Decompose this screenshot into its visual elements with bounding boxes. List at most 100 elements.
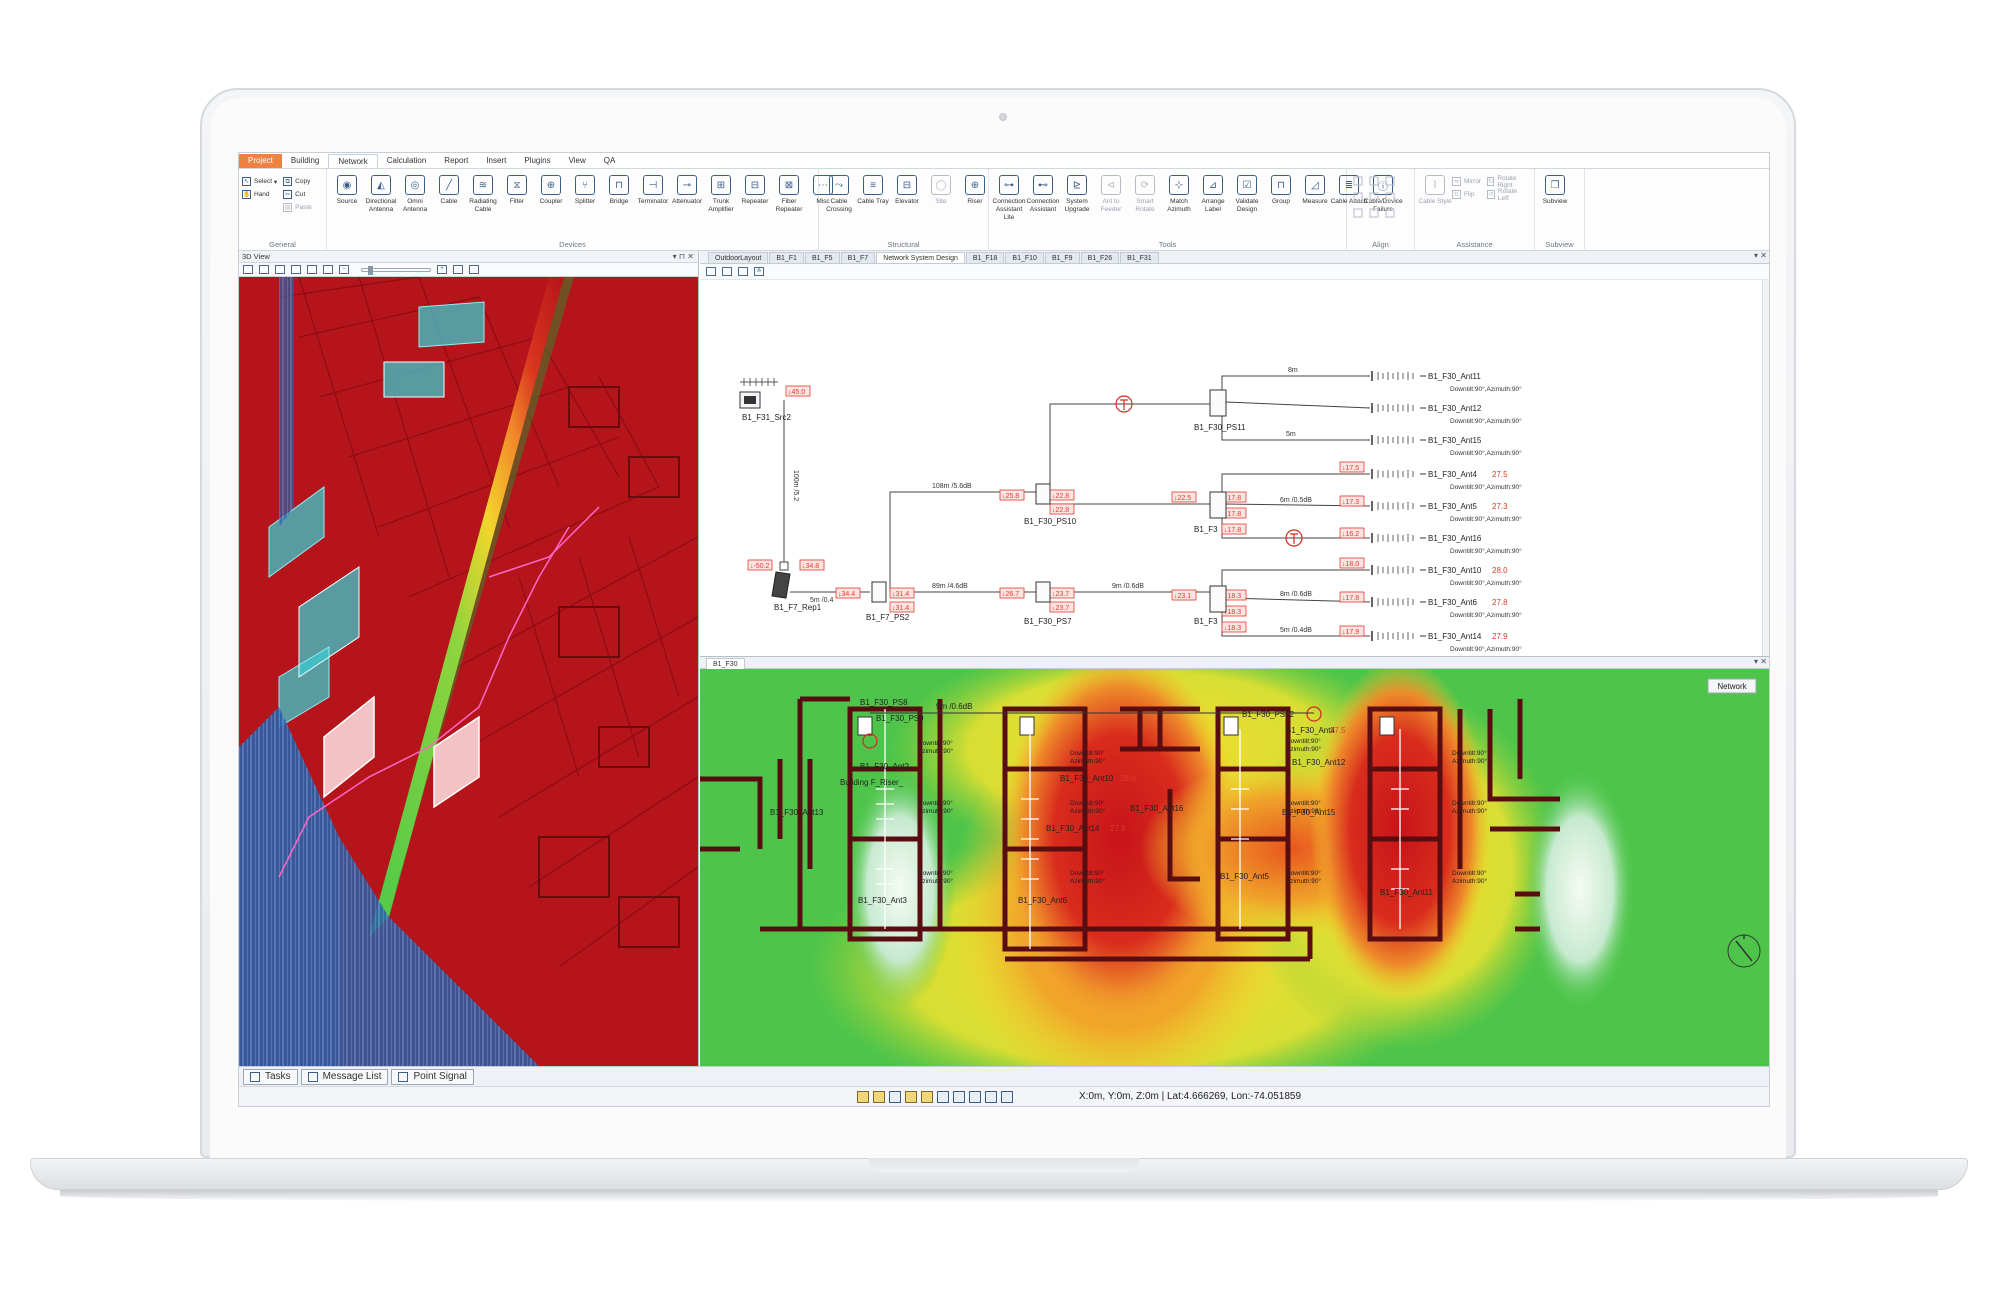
doc-tab-b1-f18[interactable]: B1_F18	[965, 252, 1005, 263]
zoom-out-icon[interactable]: −	[339, 265, 349, 274]
zoom-window-icon[interactable]	[1001, 1091, 1013, 1103]
cable-button[interactable]: ╱ Cable	[433, 173, 465, 214]
ant-to-feeder-button[interactable]: ⊲ Ant to Feeder	[1095, 173, 1127, 222]
doc-tab-b1-f9[interactable]: B1_F9	[1044, 252, 1080, 263]
repeater-device[interactable]	[771, 561, 791, 599]
ribbon-tab-plugins[interactable]: Plugins	[515, 154, 559, 168]
zoom-slider[interactable]	[361, 265, 431, 275]
doc-tab-b1-f7[interactable]: B1_F7	[840, 252, 876, 263]
network-system-design-canvas[interactable]: B1_F30_Ant11 Downtilt:90°,Azimuth:90° B1_F…	[700, 280, 1769, 656]
copy-button[interactable]: ⧉ Copy	[283, 175, 312, 188]
antenna-b1-f30-ant15[interactable]: B1_F30_Ant15 Downtilt:90°,Azimuth:90°	[1371, 435, 1522, 457]
lock-icon[interactable]	[921, 1091, 933, 1103]
match-azimuth-button[interactable]: ⊹ Match Azimuth	[1163, 173, 1195, 222]
rotate-left-button[interactable]: ↺ Rotate Left	[1486, 188, 1525, 202]
view-3d-canvas[interactable]	[239, 277, 698, 1066]
coupler-button[interactable]: ⊕ Coupler	[535, 173, 567, 214]
source-device[interactable]	[739, 378, 778, 409]
attenuator-button[interactable]: ⊸ Attenuator	[671, 173, 703, 214]
omni-antenna-button[interactable]: ◎ Omni Antenna	[399, 173, 431, 214]
measure-button[interactable]: ◿ Measure	[1299, 173, 1331, 222]
flip-button[interactable]: ⇅ Flip	[1452, 188, 1481, 201]
tab-controls-icon[interactable]: ▾ ✕	[1754, 251, 1767, 260]
antenna-b1-f30-ant11[interactable]: B1_F30_Ant11 Downtilt:90°,Azimuth:90°	[1371, 371, 1522, 393]
ribbon-tab-project[interactable]: Project	[239, 154, 282, 168]
view-side-icon[interactable]	[259, 265, 269, 274]
zoom-extents-icon[interactable]	[985, 1091, 997, 1103]
nsd-scrollbar[interactable]	[1762, 280, 1769, 656]
antenna-b1-f30-ant14[interactable]: B1_F30_Ant14 27.9 Downtilt:90°,Azimuth:90°	[1371, 631, 1522, 653]
grid-icon[interactable]	[738, 267, 748, 276]
hand-button[interactable]: ✋ Hand	[242, 188, 277, 201]
rotate-right-button[interactable]: ↻ Rotate Right	[1486, 175, 1525, 189]
terminator-button[interactable]: ⊣ Terminator	[637, 173, 669, 214]
doc-tab-b1-f5[interactable]: B1_F5	[804, 252, 840, 263]
antenna-b1-f30-ant5[interactable]: B1_F30_Ant5 27.3 Downtilt:90°,Azimuth:90°	[1371, 501, 1522, 523]
arrange-label-button[interactable]: ⊿ Arrange Label	[1197, 173, 1229, 222]
repeater-button[interactable]: ⊟ Repeater	[739, 173, 771, 214]
source-button[interactable]: ◉ Source	[331, 173, 363, 214]
pointer-icon[interactable]	[937, 1091, 949, 1103]
floor-plan-heatmap[interactable]: Network 9m /0.6dB B1_F30_PS8 B1_F30_PS9 B1_…	[700, 669, 1769, 1066]
ribbon-tab-building[interactable]: Building	[282, 154, 328, 168]
site-button[interactable]: ◯ Site	[925, 173, 957, 214]
zoom-slider-knob[interactable]	[368, 265, 373, 275]
snap-icon[interactable]	[857, 1091, 869, 1103]
splitter-ps7[interactable]	[1035, 581, 1051, 603]
antenna-b1-f30-ant6[interactable]: B1_F30_Ant6 27.8 Downtilt:90°,Azimuth:90°	[1371, 597, 1522, 619]
bottom-tab-message-list[interactable]: Message List	[300, 1068, 389, 1085]
splitter-ps10[interactable]	[1035, 483, 1051, 505]
zoom-out-icon[interactable]	[969, 1091, 981, 1103]
ribbon-tab-insert[interactable]: Insert	[477, 154, 515, 168]
fit-icon[interactable]	[453, 265, 463, 274]
layer-icon[interactable]	[905, 1091, 917, 1103]
fiber-repeater-button[interactable]: ⊠ Fiber Repeater	[773, 173, 805, 214]
bottom-tab-point-signal[interactable]: Point Signal	[391, 1068, 474, 1085]
ribbon-tab-report[interactable]: Report	[435, 154, 477, 168]
select-button[interactable]: ↖ Select ▾	[242, 175, 277, 188]
fit-view-icon[interactable]	[706, 267, 716, 276]
doc-tab-b1-f10[interactable]: B1_F10	[1005, 252, 1044, 263]
system-upgrade-button[interactable]: ⊵ System Upgrade	[1061, 173, 1093, 222]
group-button[interactable]: ⊓ Group	[1265, 173, 1297, 222]
splitter-ps2[interactable]	[871, 581, 887, 603]
smart-rotate-button[interactable]: ⟳ Smart Rotate	[1129, 173, 1161, 222]
ribbon-tab-view[interactable]: View	[560, 154, 595, 168]
zoom-in-icon[interactable]: +	[437, 265, 447, 274]
connection-assistant-button[interactable]: ⊷ Connection Assistant	[1027, 173, 1059, 222]
connection-assistant-lite-button[interactable]: ⊶ Connection Assistant Lite	[993, 173, 1025, 222]
filter-button[interactable]: ⧖ Filter	[501, 173, 533, 214]
radiating-cable-button[interactable]: ≋ Radiating Cable	[467, 173, 499, 214]
antenna-b1-f30-ant4[interactable]: B1_F30_Ant4 27.5 Downtilt:90°,Azimuth:90°	[1371, 469, 1522, 491]
layout-icon[interactable]	[722, 267, 732, 276]
splitter-button[interactable]: ⑂ Splitter	[569, 173, 601, 214]
floor-plan-tab[interactable]: B1_F30	[706, 658, 745, 669]
paste-button[interactable]: ▤ Paste	[283, 201, 312, 214]
layers-icon[interactable]	[307, 265, 317, 274]
elevator-button[interactable]: ⊟ Elevator	[891, 173, 923, 214]
zoom-in-icon[interactable]	[953, 1091, 965, 1103]
cable-tray-button[interactable]: ≡ Cable Tray	[857, 173, 889, 214]
antenna-b1-f30-ant12[interactable]: B1_F30_Ant12 Downtilt:90°,Azimuth:90°	[1371, 403, 1522, 425]
splitter-f3-b[interactable]	[1209, 585, 1227, 613]
panel-controls-icon[interactable]: ▾ ⊓ ✕	[673, 251, 694, 263]
ribbon-tab-calculation[interactable]: Calculation	[378, 154, 436, 168]
grid-snap-icon[interactable]	[873, 1091, 885, 1103]
antenna-b1-f30-ant16[interactable]: B1_F30_Ant16 Downtilt:90°,Azimuth:90°	[1371, 533, 1522, 555]
view-perspective-icon[interactable]	[291, 265, 301, 274]
doc-tab-network-system-design[interactable]: Network System Design	[876, 252, 965, 263]
align-icons[interactable]	[1350, 173, 1410, 233]
doc-tab-b1-f26[interactable]: B1_F26	[1080, 252, 1120, 263]
doc-tab-outdoorlayout[interactable]: OutdoorLayout	[708, 252, 769, 263]
cable-style-button[interactable]: ⌇ Cable Style	[1418, 173, 1452, 206]
cable-crossing-button[interactable]: ⤳ Cable Crossing	[823, 173, 855, 214]
bottom-tab-tasks[interactable]: Tasks	[243, 1068, 298, 1085]
antenna-b1-f30-ant10[interactable]: B1_F30_Ant10 28.0 Downtilt:90°,Azimuth:90°	[1371, 565, 1522, 587]
splitter-f3-a[interactable]	[1209, 491, 1227, 519]
doc-tab-b1-f1[interactable]: B1_F1	[769, 252, 804, 263]
view-top-icon[interactable]	[275, 265, 285, 274]
mirror-button[interactable]: ⇋ Mirror	[1452, 175, 1481, 188]
ortho-icon[interactable]	[889, 1091, 901, 1103]
snapshot-icon[interactable]	[469, 265, 479, 274]
cut-button[interactable]: ✂ Cut	[283, 188, 312, 201]
